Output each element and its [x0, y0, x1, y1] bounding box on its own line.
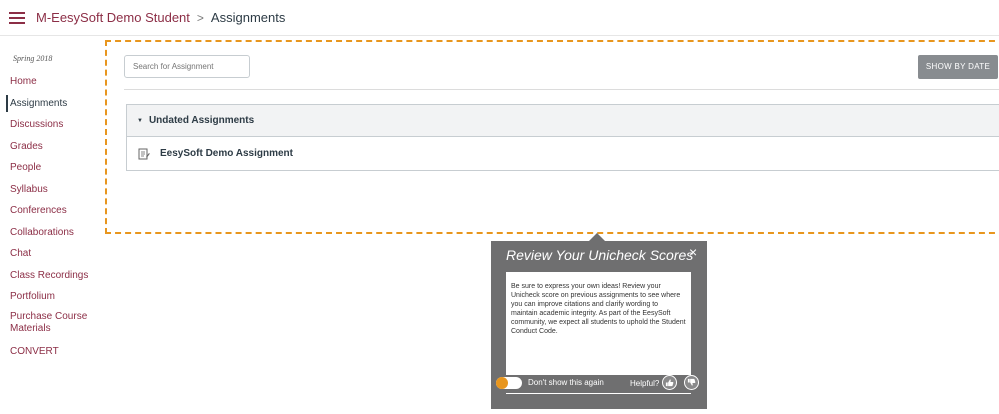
- course-nav-list: Home Assignments Discussions Grades Peop…: [0, 74, 100, 365]
- popup-pointer: [589, 233, 605, 241]
- breadcrumb-course-link[interactable]: M-EesySoft Demo Student: [36, 10, 190, 25]
- thumbs-down-icon[interactable]: [684, 375, 699, 390]
- nav-item-grades[interactable]: Grades: [0, 139, 100, 161]
- nav-item-conferences[interactable]: Conferences: [0, 203, 100, 225]
- assignment-group: ▼ Undated Assignments EesySoft Demo Assi…: [126, 104, 999, 171]
- close-icon[interactable]: ×: [689, 244, 697, 260]
- divider: [124, 89, 999, 90]
- term-label: Spring 2018: [13, 54, 53, 63]
- unicheck-tip-popup: Review Your Unicheck Scores × Be sure to…: [491, 241, 707, 409]
- breadcrumb: M-EesySoft Demo Student > Assignments: [36, 10, 285, 25]
- breadcrumb-separator-icon: >: [196, 10, 204, 25]
- assignment-group-header[interactable]: ▼ Undated Assignments: [127, 105, 999, 137]
- toggle-knob: [496, 377, 508, 389]
- nav-item-people[interactable]: People: [0, 160, 100, 182]
- nav-item-purchase-course-materials[interactable]: Purchase Course Materials: [0, 311, 100, 344]
- nav-item-home[interactable]: Home: [0, 74, 100, 96]
- hamburger-icon[interactable]: [9, 12, 25, 24]
- popup-footer: Don't show this again Helpful?: [491, 374, 707, 399]
- assignment-row[interactable]: EesySoft Demo Assignment: [127, 137, 999, 170]
- popup-title: Review Your Unicheck Scores: [506, 247, 694, 263]
- dont-show-toggle[interactable]: [496, 377, 522, 389]
- nav-item-discussions[interactable]: Discussions: [0, 117, 100, 139]
- search-input[interactable]: [124, 55, 250, 78]
- breadcrumb-current-page: Assignments: [210, 10, 286, 25]
- assignment-title-link[interactable]: EesySoft Demo Assignment: [160, 148, 293, 159]
- course-navigation: Spring 2018 Home Assignments Discussions…: [0, 36, 100, 414]
- nav-item-chat[interactable]: Chat: [0, 246, 100, 268]
- nav-item-class-recordings[interactable]: Class Recordings: [0, 268, 100, 290]
- dont-show-label: Don't show this again: [528, 378, 604, 387]
- caret-down-icon: ▼: [137, 117, 143, 124]
- assignments-main-region: SHOW BY DATE ▼ Undated Assignments EesyS…: [105, 40, 999, 234]
- nav-item-convert[interactable]: CONVERT: [0, 344, 100, 366]
- nav-item-portfolium[interactable]: Portfolium: [0, 289, 100, 311]
- nav-item-collaborations[interactable]: Collaborations: [0, 225, 100, 247]
- popup-divider: [506, 393, 691, 394]
- course-header: M-EesySoft Demo Student > Assignments: [0, 0, 999, 36]
- popup-message: Be sure to express your own ideas! Revie…: [506, 272, 691, 375]
- show-by-date-button[interactable]: SHOW BY DATE: [918, 55, 998, 79]
- assignment-icon: [138, 148, 150, 159]
- nav-item-assignments[interactable]: Assignments: [0, 94, 100, 118]
- thumbs-up-icon[interactable]: [662, 375, 677, 390]
- assignment-group-title: Undated Assignments: [148, 115, 255, 126]
- helpful-label: Helpful?: [630, 379, 660, 388]
- nav-item-syllabus[interactable]: Syllabus: [0, 182, 100, 204]
